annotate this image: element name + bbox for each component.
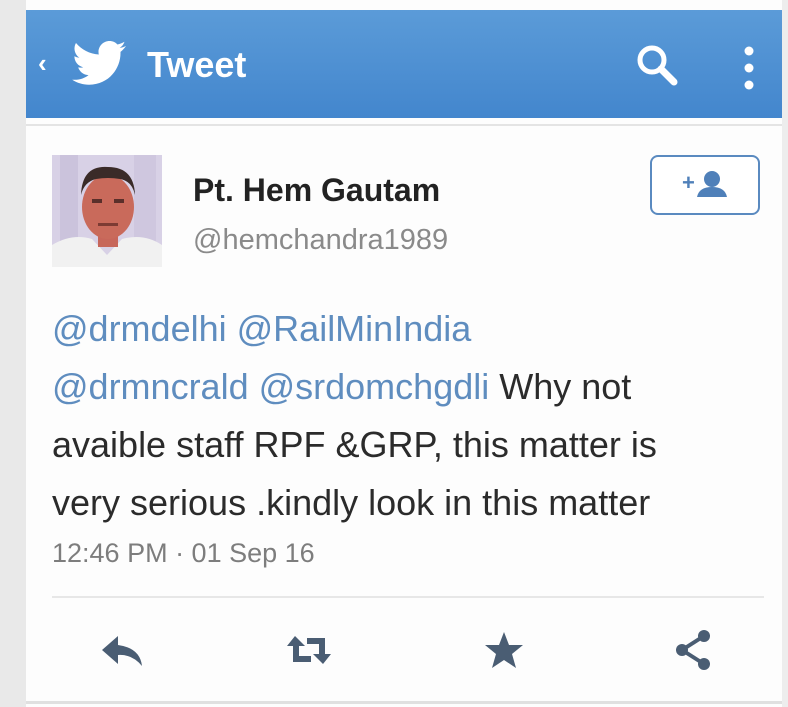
tweet-timestamp: 12:46 PM · 01 Sep 16: [52, 538, 315, 568]
share-icon[interactable]: [670, 628, 718, 672]
author-handle[interactable]: @hemchandra1989: [193, 224, 448, 256]
bottom-divider: [26, 701, 782, 704]
svg-text:+: +: [682, 170, 695, 195]
avatar[interactable]: [52, 155, 162, 267]
tweet-line: avaible staff RPF &GRP, this matter is: [52, 424, 657, 465]
mention-link[interactable]: @drmncrald: [52, 366, 249, 407]
add-user-icon: +: [682, 170, 727, 197]
mention-link[interactable]: @drmdelhi: [52, 308, 227, 349]
header-divider: [26, 124, 782, 126]
mention-link[interactable]: @srdomchgdli: [259, 366, 490, 407]
mention-link[interactable]: @RailMinIndia: [237, 308, 472, 349]
actions-divider: [52, 596, 764, 598]
author-name[interactable]: Pt. Hem Gautam: [193, 172, 440, 208]
app-bar: ‹ Tweet: [26, 10, 782, 118]
tweet-line: @drmdelhi @RailMinIndia: [52, 300, 772, 358]
tweet-text: @drmdelhi @RailMinIndia @drmncrald @srdo…: [52, 300, 772, 532]
follow-button[interactable]: +: [650, 155, 760, 215]
app-title: Tweet: [147, 44, 247, 85]
left-edge: [0, 0, 26, 707]
chevron-left-icon[interactable]: ‹: [38, 50, 47, 76]
twitter-bird-icon[interactable]: [72, 40, 128, 88]
search-icon[interactable]: [634, 42, 680, 88]
more-vertical-icon[interactable]: [742, 46, 756, 90]
tweet-line: @drmncrald @srdomchgdli Why not: [52, 358, 772, 416]
retweet-icon[interactable]: [285, 628, 333, 672]
tweet-text-segment: Why not: [489, 366, 632, 407]
star-icon[interactable]: [480, 628, 528, 672]
reply-icon[interactable]: [98, 628, 146, 672]
tweet-line: very serious .kindly look in this matter: [52, 482, 651, 523]
right-edge: [782, 0, 788, 707]
